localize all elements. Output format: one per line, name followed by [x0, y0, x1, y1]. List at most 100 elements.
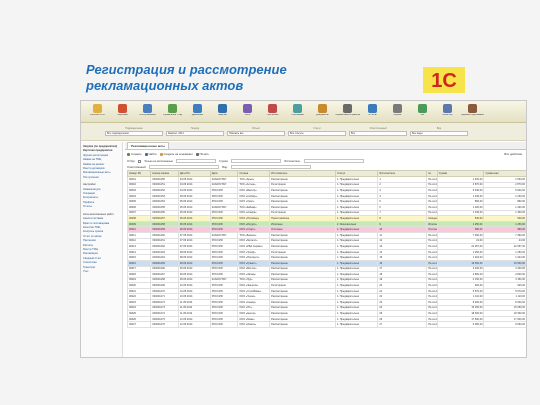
filter-group: Ответственный Все: [349, 127, 407, 136]
create-button[interactable]: Создать: [127, 152, 142, 156]
table-cell: Рассмотрение: [269, 321, 336, 328]
sidebar-item[interactable]: Поступления: [83, 176, 120, 180]
table-cell: На согласовании: [426, 321, 438, 328]
admin-icon: [468, 104, 477, 113]
section-button[interactable]: Платежный: [285, 102, 310, 122]
filter-heading: Период: [190, 127, 200, 130]
table-cell: ООО «Омега»: [237, 321, 271, 328]
filter-field[interactable]: Показать все: [227, 131, 285, 136]
filter-field[interactable]: Все виды: [410, 131, 468, 136]
search-icon: [144, 152, 148, 156]
sidebar-item[interactable]: Отчеты: [83, 205, 120, 209]
section-button[interactable]: CRM: [235, 102, 260, 122]
section-label: Претензии: [266, 114, 279, 116]
plus-icon: [127, 152, 130, 156]
section-button[interactable]: Чат: [410, 102, 435, 122]
table-cell: 27: [377, 321, 428, 328]
logo-text: 1С: [431, 70, 457, 92]
filter-heading: Статус: [313, 127, 321, 130]
find-button[interactable]: Найти: [144, 152, 157, 156]
section-button[interactable]: Закупки: [210, 102, 235, 122]
section-button[interactable]: Движение: [185, 102, 210, 122]
filter-group: Период Квартал, 2014: [166, 127, 224, 136]
people-icon: [118, 104, 127, 113]
not-executed-label: Только не исполненные: [144, 159, 173, 163]
responsible-input[interactable]: [149, 164, 220, 170]
kind-label: Вид:: [222, 165, 228, 169]
gear-icon: [393, 104, 402, 113]
section-label: Монитор: [442, 114, 453, 116]
create-label: Создать: [131, 152, 142, 156]
print-button[interactable]: Печать: [195, 152, 209, 156]
navigation-panel: Закупки (по предприятию) Карточки предпри…: [81, 142, 123, 357]
service-icon: [143, 104, 152, 113]
section-label: Платежный: [291, 114, 304, 116]
filter-group: Статус Все статусы: [288, 127, 346, 136]
filter-field[interactable]: Все: [349, 131, 407, 136]
filter-field[interactable]: Квартал, 2014: [166, 131, 224, 136]
move-icon: [193, 104, 202, 113]
section-label: Администрирование: [461, 114, 484, 116]
docs-icon: [318, 104, 327, 113]
printer-icon: [195, 152, 199, 156]
section-button[interactable]: Монитор: [435, 102, 460, 122]
sidebar-item[interactable]: Учет: [83, 270, 120, 274]
slide-title-line-2: рекламационных актов: [86, 78, 244, 93]
section-button[interactable]: Документы: [310, 102, 335, 122]
filter-field[interactable]: Все статусы: [288, 131, 346, 136]
section-label: Рабочий стол: [89, 114, 105, 116]
section-button[interactable]: Администрирование: [460, 102, 485, 122]
section-label: Управление ТМЦ: [162, 114, 183, 116]
reports-icon: [368, 104, 377, 113]
table-cell: РОССИЯ: [209, 321, 239, 328]
table-cell: 12.05.2014: [177, 321, 211, 328]
line-input[interactable]: [231, 158, 282, 164]
reference-icon: [343, 104, 352, 113]
create-based-button[interactable]: Создать на основании: [159, 152, 193, 156]
desktop-icon: [93, 104, 102, 113]
table-row[interactable]: 00027 000001276 12.05.2014 РОССИЯ ООО «Омега…: [126, 321, 526, 328]
section-label: CRM: [244, 114, 251, 116]
section-label: Сервис: [393, 114, 402, 116]
filter-group: Подразделение Все подразделения: [105, 127, 163, 136]
claim-icon: [268, 104, 277, 113]
all-actions-button[interactable]: Все действия: [504, 152, 522, 156]
section-label: Обслуживание: [139, 114, 156, 116]
filter-field[interactable]: Все подразделения: [105, 131, 163, 136]
not-executed-checkbox[interactable]: [138, 159, 142, 163]
table-cell: 9 050,00: [483, 321, 526, 328]
section-button[interactable]: Сервис: [385, 102, 410, 122]
slide-title-line-1: Регистрация и рассмотрение: [86, 62, 287, 77]
executor-input[interactable]: [303, 158, 364, 164]
table-body: 00001 000001250 04.05.2014 КАЗАХСТАН ТОО «Ар…: [126, 176, 526, 328]
section-button[interactable]: Управление ТМЦ: [160, 102, 185, 122]
filter-heading: Ответственный: [369, 127, 387, 130]
selection-label: Отбор:: [127, 159, 136, 163]
filter-group: Объект Показать все: [227, 127, 285, 136]
table-cell: 000001276: [150, 321, 179, 328]
tab-reclamation-acts[interactable]: Рекламационные акты: [127, 142, 169, 149]
section-button[interactable]: Нормативно-справочная информация: [335, 102, 360, 122]
presentation-slide: Регистрация и рассмотрение рекламационны…: [0, 0, 540, 405]
filter-heading: Вид: [436, 127, 442, 130]
section-button[interactable]: Рабочий стол: [85, 102, 110, 122]
stock-icon: [168, 104, 177, 113]
section-label: Чат: [420, 114, 425, 116]
section-button[interactable]: Претензии: [260, 102, 285, 122]
reclamation-acts-table: Номер РА Номер заказа Дата РА Дата Страна Изг…: [126, 170, 526, 328]
document-icon: [159, 152, 163, 156]
filter-heading: Объект: [251, 127, 261, 130]
tab-strip: Рекламационные акты: [125, 142, 526, 150]
executor-label: Исполнитель:: [284, 159, 301, 163]
section-label: Движение: [191, 114, 204, 116]
monitor-icon: [443, 104, 452, 113]
responsible-label: Ответственный:: [127, 165, 147, 169]
section-button[interactable]: Обслуживание: [135, 102, 160, 122]
table-cell: 9 050,00: [436, 321, 485, 328]
section-button[interactable]: Персонал: [110, 102, 135, 122]
section-button[interactable]: Отчеты: [360, 102, 385, 122]
section-label: Закупки: [218, 114, 227, 116]
kind-input[interactable]: [230, 164, 311, 170]
selection-input[interactable]: [175, 158, 216, 164]
table-cell: 1. Предварительно: [334, 321, 379, 328]
